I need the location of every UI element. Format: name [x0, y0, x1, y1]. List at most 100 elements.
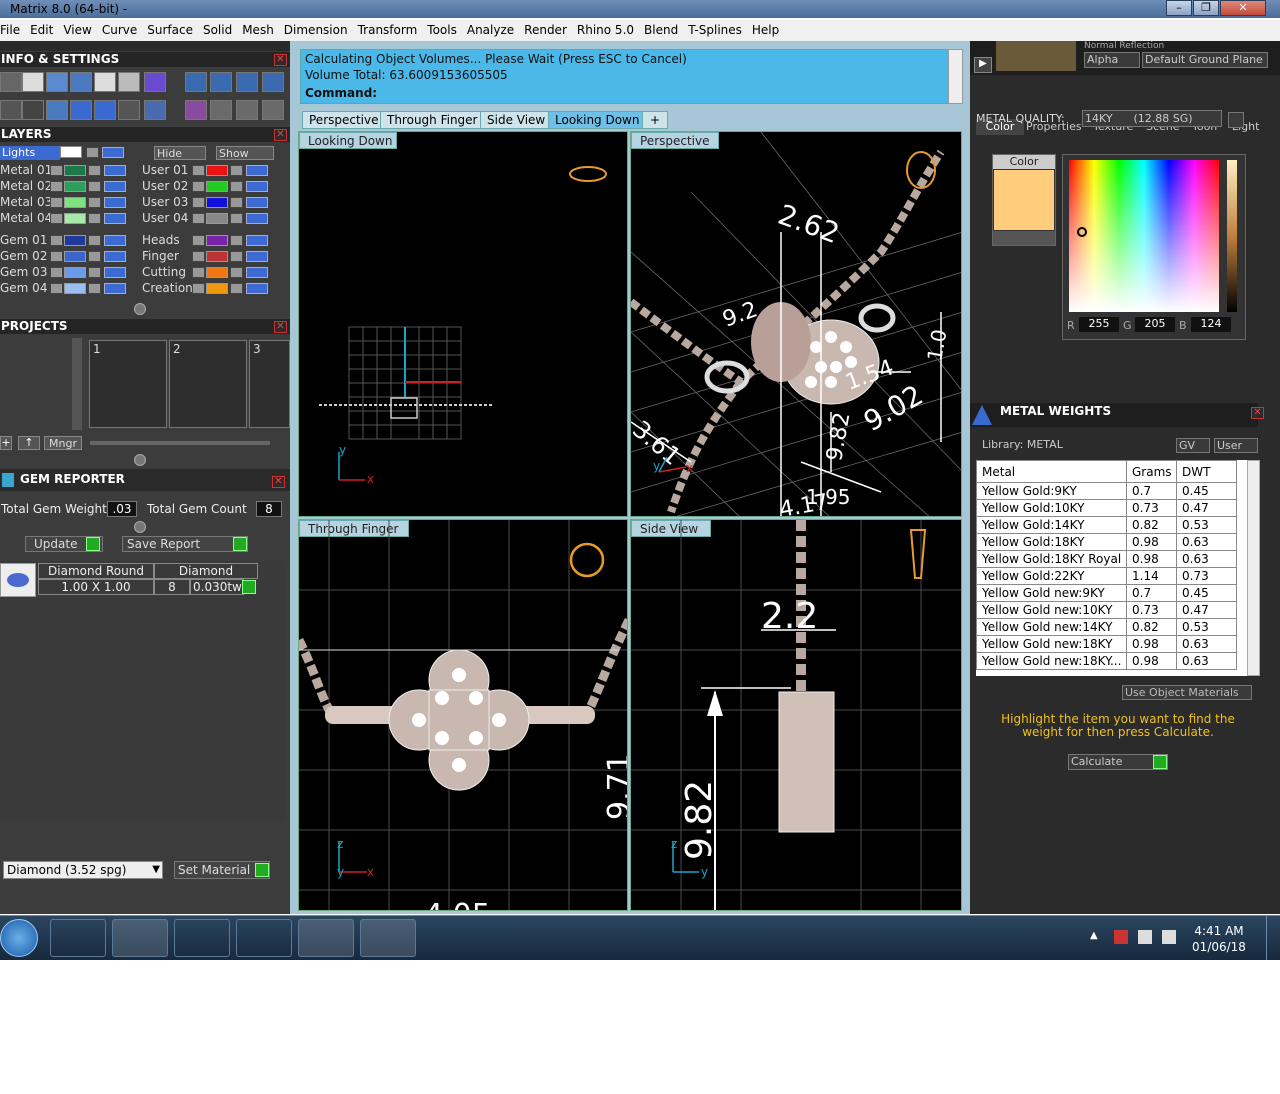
layer-color-swatch[interactable] [64, 213, 86, 224]
table-row[interactable]: Yellow Gold new:14KY 0.82 0.53 [976, 618, 1237, 636]
layer-expand-icon[interactable] [50, 251, 63, 262]
brightness-slider[interactable] [1227, 160, 1237, 312]
lock-icon[interactable] [88, 235, 101, 246]
lock-icon[interactable] [88, 213, 101, 224]
ground-plane-select[interactable]: Default Ground Plane [1142, 52, 1268, 68]
table-row[interactable]: Yellow Gold new:18KY 0.98 0.63 [976, 635, 1237, 653]
visibility-toggle[interactable] [246, 197, 268, 208]
calculate-play-icon[interactable] [1153, 755, 1167, 769]
lock-icon[interactable] [230, 267, 243, 278]
gem-splitter[interactable] [134, 521, 146, 533]
command-scrollbar[interactable] [948, 49, 963, 104]
table-row[interactable]: Yellow Gold:10KY 0.73 0.47 [976, 499, 1237, 517]
visibility-toggle[interactable] [246, 283, 268, 294]
set-material-play-icon[interactable] [255, 863, 269, 877]
project-slot-3[interactable]: 3 [249, 340, 290, 428]
layer-expand-icon[interactable] [192, 197, 205, 208]
layers-splitter[interactable] [134, 303, 146, 315]
tool-g-icon[interactable] [236, 100, 258, 120]
layer-color-swatch[interactable] [206, 267, 228, 278]
layer-color-swatch[interactable] [64, 283, 86, 294]
save-report-play-icon[interactable] [233, 537, 247, 551]
tool-c-icon[interactable] [236, 72, 258, 92]
metal-quality-select[interactable]: 14KY (12.88 SG) [1082, 110, 1222, 127]
menu-tools[interactable]: Tools [422, 20, 462, 37]
projects-slider[interactable] [90, 441, 270, 445]
media-player-taskbar-icon[interactable] [174, 919, 230, 957]
hue-saturation-field[interactable] [1069, 160, 1219, 312]
visibility-toggle[interactable] [246, 165, 268, 176]
menu-tsplines[interactable]: T-Splines [683, 20, 747, 37]
layer-row[interactable]: Metal 01 [0, 163, 135, 178]
layer-expand-icon[interactable] [192, 181, 205, 192]
layers-close-icon[interactable]: ✕ [274, 129, 287, 141]
layer-color-swatch[interactable] [64, 267, 86, 278]
lights-swatch[interactable] [60, 146, 82, 158]
layer-expand-icon[interactable] [192, 235, 205, 246]
layer-expand-icon[interactable] [192, 283, 205, 294]
visibility-toggle[interactable] [246, 213, 268, 224]
user-toggle[interactable]: User [1214, 438, 1258, 453]
lock-icon[interactable] [88, 165, 101, 176]
tab-side-view[interactable]: Side View [480, 111, 553, 129]
box2-icon[interactable] [46, 100, 68, 120]
layer-row[interactable]: Gem 02 [0, 249, 135, 264]
lock-icon[interactable] [230, 213, 243, 224]
visibility-toggle[interactable] [246, 267, 268, 278]
layer-row[interactable]: User 01 [142, 163, 277, 178]
close-button[interactable]: ✕ [1220, 0, 1266, 16]
visibility-toggle[interactable] [246, 235, 268, 246]
layer-color-swatch[interactable] [206, 235, 228, 246]
cone-icon[interactable] [94, 100, 116, 120]
set-material-button[interactable]: Set Material [174, 861, 270, 879]
col-metal[interactable]: Metal [976, 460, 1127, 483]
color-swatch[interactable] [994, 170, 1054, 230]
layer-row[interactable]: User 03 [142, 195, 277, 210]
cube-icon[interactable] [70, 72, 92, 92]
viewport-side-view[interactable]: Side View 2.2 9.82 z y [630, 519, 962, 911]
show-button[interactable]: Show [216, 146, 274, 160]
layer-expand-icon[interactable] [50, 197, 63, 208]
save-report-button[interactable]: Save Report [122, 536, 248, 552]
screen-icon[interactable] [22, 100, 44, 120]
tool-a-icon[interactable] [185, 72, 207, 92]
tab-perspective[interactable]: Perspective [302, 111, 386, 129]
menu-analyze[interactable]: Analyze [462, 20, 519, 37]
menu-file[interactable]: File [0, 20, 25, 37]
lock-icon[interactable] [88, 267, 101, 278]
layer-expand-icon[interactable] [50, 181, 63, 192]
layer-expand-icon[interactable] [192, 251, 205, 262]
visibility-toggle[interactable] [104, 251, 126, 262]
layer-expand-icon[interactable] [192, 213, 205, 224]
viewport-through-finger[interactable]: Through Finger 9.71 4.05 z y x [298, 519, 628, 911]
menu-transform[interactable]: Transform [353, 20, 423, 37]
layer-row[interactable]: Metal 04 [0, 211, 135, 226]
tool-d-icon[interactable] [262, 72, 284, 92]
menu-edit[interactable]: Edit [25, 20, 58, 37]
update-button[interactable]: Update [25, 536, 103, 552]
volume-icon[interactable] [1162, 930, 1176, 944]
ie-taskbar-icon[interactable] [50, 919, 106, 957]
layer-row[interactable]: Gem 01 [0, 233, 135, 248]
table-row[interactable]: Yellow Gold:18KY Royal 0.98 0.63 [976, 550, 1237, 568]
table-row[interactable]: Yellow Gold:14KY 0.82 0.53 [976, 516, 1237, 534]
tool-h-icon[interactable] [262, 100, 284, 120]
visibility-toggle[interactable] [104, 283, 126, 294]
visibility-toggle[interactable] [104, 197, 126, 208]
menu-surface[interactable]: Surface [142, 20, 198, 37]
matrix-taskbar-icon[interactable] [298, 919, 354, 957]
col-grams[interactable]: Grams [1126, 460, 1177, 483]
layer-color-swatch[interactable] [206, 181, 228, 192]
col-dwt[interactable]: DWT [1176, 460, 1237, 483]
start-button[interactable] [0, 919, 38, 957]
visibility-toggle[interactable] [246, 251, 268, 262]
layer-expand-icon[interactable] [50, 213, 63, 224]
cylinder-icon[interactable] [70, 100, 92, 120]
layer-expand-icon[interactable] [50, 235, 63, 246]
lock-icon[interactable] [230, 251, 243, 262]
visibility-toggle[interactable] [104, 235, 126, 246]
grid-icon[interactable] [0, 100, 22, 120]
visibility-toggle[interactable] [104, 267, 126, 278]
visibility-toggle[interactable] [246, 181, 268, 192]
menu-dimension[interactable]: Dimension [279, 20, 353, 37]
